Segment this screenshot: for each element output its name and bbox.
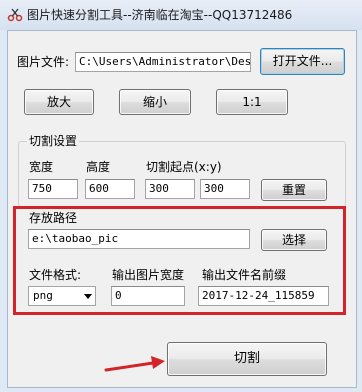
scissors-icon (7, 8, 23, 22)
red-arrow-icon (104, 356, 165, 372)
open-file-button[interactable]: 打开文件... (260, 48, 345, 75)
window-title: 图片快速分割工具--济南临在淘宝--QQ13712486 (27, 8, 293, 22)
width-label: 宽度 (29, 160, 54, 174)
start-x-field[interactable]: 300 (145, 179, 195, 199)
zoom-in-button[interactable]: 放大 (24, 89, 94, 115)
main-panel: 图片文件: C:\Users\Administrator\Deskt 打开文件.… (7, 30, 357, 388)
title-bar: 图片快速分割工具--济南临在淘宝--QQ13712486 (0, 0, 362, 30)
height-field[interactable]: 600 (85, 179, 135, 199)
split-settings-title: 切割设置 (27, 133, 80, 149)
reset-button[interactable]: 重置 (261, 179, 327, 201)
actual-size-button[interactable]: 1:1 (216, 89, 288, 115)
start-point-label: 切割起点(x:y) (146, 160, 222, 174)
split-button[interactable]: 切割 (167, 342, 327, 376)
start-y-field[interactable]: 300 (200, 179, 250, 199)
width-field[interactable]: 750 (28, 179, 78, 199)
highlight-box (13, 206, 346, 315)
image-file-path-field[interactable]: C:\Users\Administrator\Deskt (75, 52, 251, 72)
zoom-out-button[interactable]: 缩小 (119, 89, 191, 115)
height-label: 高度 (86, 160, 111, 174)
image-file-label: 图片文件: (17, 55, 70, 69)
